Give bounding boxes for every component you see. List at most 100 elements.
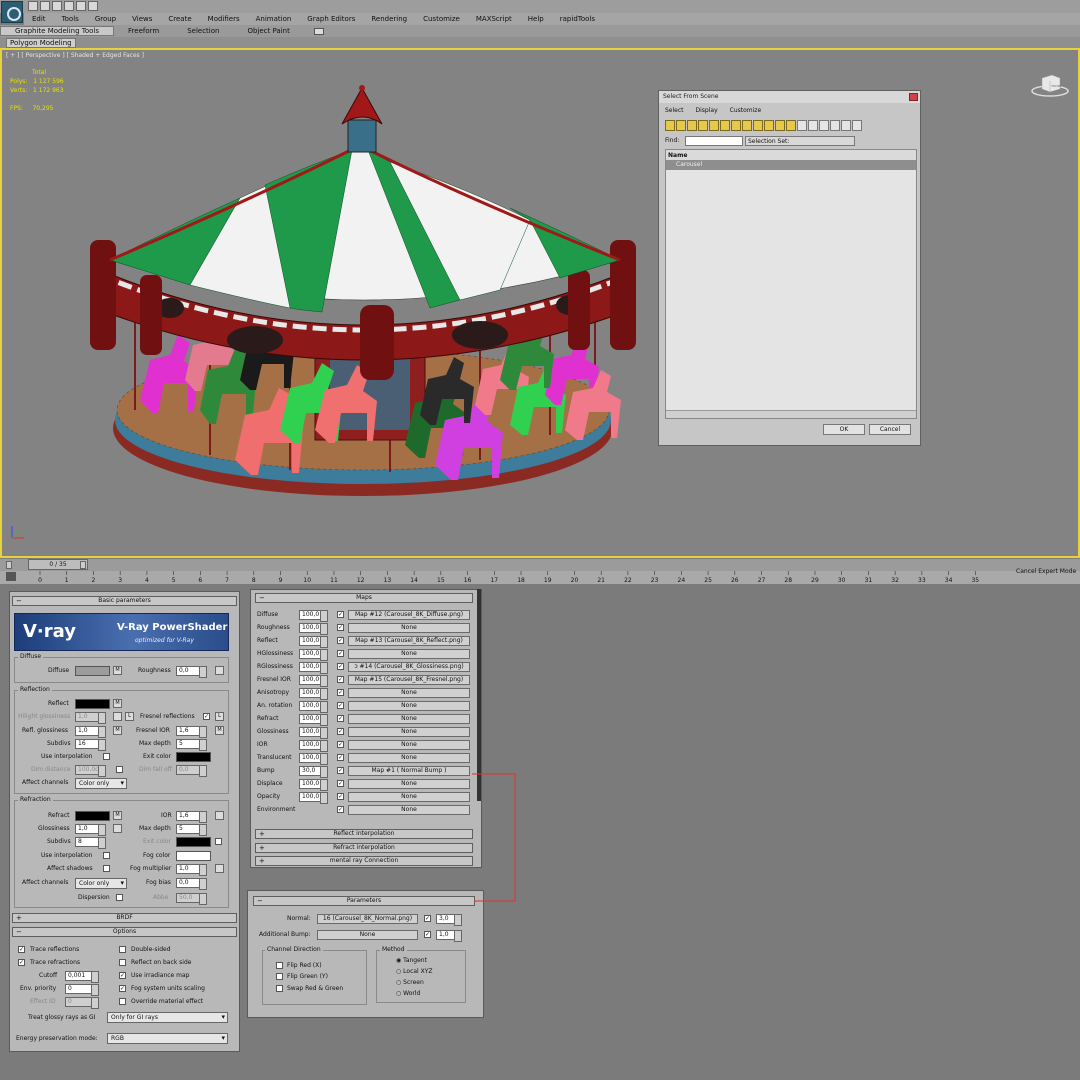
map-slot-button[interactable]: Map #13 (Carousel_8K_Reflect.png) [348, 636, 470, 646]
fog-color-swatch[interactable] [176, 851, 211, 861]
filter-hidden-icon[interactable] [786, 120, 796, 131]
fresnel-ior-spinner[interactable]: 1,6 [176, 726, 207, 738]
filter-lights-icon[interactable] [687, 120, 697, 131]
map-amount-spinner[interactable]: 100,0 [299, 740, 328, 752]
map-enable-checkbox[interactable]: ✓ [337, 741, 344, 748]
double-sided-checkbox[interactable] [119, 946, 126, 953]
map-enable-checkbox[interactable]: ✓ [337, 624, 344, 631]
filter-frozen-icon[interactable] [775, 120, 785, 131]
viewport-label[interactable]: [ + ] [ Perspective ] [ Shaded + Edged F… [6, 52, 144, 59]
menu-maxscript[interactable]: MAXScript [468, 15, 520, 23]
hilight-glossiness-spinner[interactable]: 1,0 [75, 712, 106, 724]
override-effect-checkbox[interactable] [119, 998, 126, 1005]
menu-edit[interactable]: Edit [24, 15, 54, 23]
map-enable-checkbox[interactable]: ✓ [337, 715, 344, 722]
map-amount-spinner[interactable]: 100,0 [299, 675, 328, 687]
hilight-map-button[interactable] [113, 712, 122, 721]
rollout-basic-parameters[interactable]: − Basic parameters [12, 596, 237, 606]
fog-multiplier-map-button[interactable] [215, 864, 224, 873]
exit-color-swatch[interactable] [176, 752, 211, 762]
tab-selection[interactable]: Selection [173, 27, 233, 35]
rollout-brdf[interactable]: + BRDF [12, 913, 237, 923]
dialog-menu-customize[interactable]: Customize [724, 105, 768, 117]
select-all-icon[interactable] [797, 120, 807, 131]
radio-screen[interactable]: ○ Screen [396, 979, 424, 986]
prev-frame-icon[interactable] [6, 561, 12, 569]
map-slot-button[interactable]: Map #1 ( Normal Bump ) [348, 766, 470, 776]
ribbon-options-icon[interactable] [313, 27, 324, 35]
refr-glossiness-spinner[interactable]: 1,0 [75, 824, 106, 836]
refract-color-swatch[interactable] [75, 811, 110, 821]
layer-icon[interactable] [852, 120, 862, 131]
rollout-refract-interpolation[interactable]: + Refract interpolation [255, 843, 473, 853]
filter-containers-icon[interactable] [764, 120, 774, 131]
select-none-icon[interactable] [808, 120, 818, 131]
refract-map-button[interactable]: M [113, 811, 122, 820]
menu-create[interactable]: Create [160, 15, 199, 23]
select-invert-icon[interactable] [819, 120, 829, 131]
filter-xrefs-icon[interactable] [742, 120, 752, 131]
rollout-reflect-interpolation[interactable]: + Reflect interpolation [255, 829, 473, 839]
dim-falloff-spinner[interactable]: 0,0 [176, 765, 207, 777]
list-item[interactable]: Carousel [666, 160, 916, 170]
additional-bump-button[interactable]: None [317, 930, 418, 940]
menu-tools[interactable]: Tools [54, 15, 87, 23]
normal-amount-spinner[interactable]: 3,0 [436, 914, 462, 926]
mini-curve-editor-icon[interactable] [6, 572, 16, 581]
column-header-name[interactable]: Name [666, 150, 916, 160]
ior-map-button[interactable] [215, 811, 224, 820]
radio-tangent[interactable]: ◉ Tangent [396, 957, 427, 964]
map-amount-spinner[interactable]: 100,0 [299, 714, 328, 726]
env-priority-spinner[interactable]: 0 [65, 984, 99, 996]
refr-max-depth-spinner[interactable]: 5 [176, 824, 207, 836]
affect-shadows-checkbox[interactable] [103, 865, 110, 872]
map-amount-spinner[interactable]: 100,0 [299, 792, 328, 804]
reflect-back-side-checkbox[interactable] [119, 959, 126, 966]
map-enable-checkbox[interactable]: ✓ [337, 676, 344, 683]
effect-id-spinner[interactable]: 0 [65, 997, 99, 1009]
affect-channels-dropdown[interactable]: Color only [75, 778, 127, 789]
ok-button[interactable]: OK [823, 424, 865, 435]
map-enable-checkbox[interactable]: ✓ [337, 754, 344, 761]
max-depth-spinner[interactable]: 5 [176, 739, 207, 751]
map-slot-button[interactable]: ɔ #14 (Carousel_8K_Glossiness.png) [348, 662, 470, 672]
roughness-spinner[interactable]: 0,0 [176, 666, 207, 678]
trace-refractions-checkbox[interactable]: ✓ [18, 959, 25, 966]
map-slot-button[interactable]: None [348, 714, 470, 724]
map-amount-spinner[interactable]: 100,0 [299, 623, 328, 635]
refr-use-interpolation-checkbox[interactable] [103, 852, 110, 859]
refl-glossiness-spinner[interactable]: 1,0 [75, 726, 106, 738]
map-enable-checkbox[interactable]: ✓ [337, 611, 344, 618]
rollout-options[interactable]: − Options [12, 927, 237, 937]
refr-glossiness-map-button[interactable] [113, 824, 122, 833]
filter-bones-icon[interactable] [753, 120, 763, 131]
use-interpolation-checkbox[interactable] [103, 753, 110, 760]
close-icon[interactable] [909, 93, 918, 101]
map-enable-checkbox[interactable]: ✓ [337, 650, 344, 657]
map-amount-spinner[interactable]: 100,0 [299, 701, 328, 713]
max-logo-icon[interactable] [1, 1, 23, 23]
undo-icon[interactable] [64, 1, 74, 11]
trace-reflections-checkbox[interactable]: ✓ [18, 946, 25, 953]
menu-help[interactable]: Help [520, 15, 552, 23]
fresnel-ior-map-button[interactable]: M [215, 726, 224, 735]
tab-freeform[interactable]: Freeform [114, 27, 173, 35]
menu-rapidtools[interactable]: rapidTools [552, 15, 603, 23]
fresnel-lock-button[interactable]: L [215, 712, 224, 721]
map-amount-spinner[interactable]: 100,0 [299, 753, 328, 765]
filter-funnel-icon[interactable] [841, 120, 851, 131]
filter-shapes-icon[interactable] [676, 120, 686, 131]
swap-red-green-checkbox[interactable] [276, 985, 283, 992]
map-enable-checkbox[interactable]: ✓ [337, 806, 344, 813]
map-slot-button[interactable]: None [348, 623, 470, 633]
map-slot-button[interactable]: None [348, 727, 470, 737]
map-enable-checkbox[interactable]: ✓ [337, 780, 344, 787]
tab-graphite-modeling-tools[interactable]: Graphite Modeling Tools [0, 26, 115, 36]
menu-customize[interactable]: Customize [415, 15, 468, 23]
filter-spacewarps-icon[interactable] [720, 120, 730, 131]
map-slot-button[interactable]: None [348, 688, 470, 698]
menu-group[interactable]: Group [87, 15, 124, 23]
refr-subdivs-spinner[interactable]: 8 [75, 837, 106, 849]
treat-glossy-dropdown[interactable]: Only for GI rays [107, 1012, 228, 1023]
map-amount-spinner[interactable]: 100,0 [299, 727, 328, 739]
